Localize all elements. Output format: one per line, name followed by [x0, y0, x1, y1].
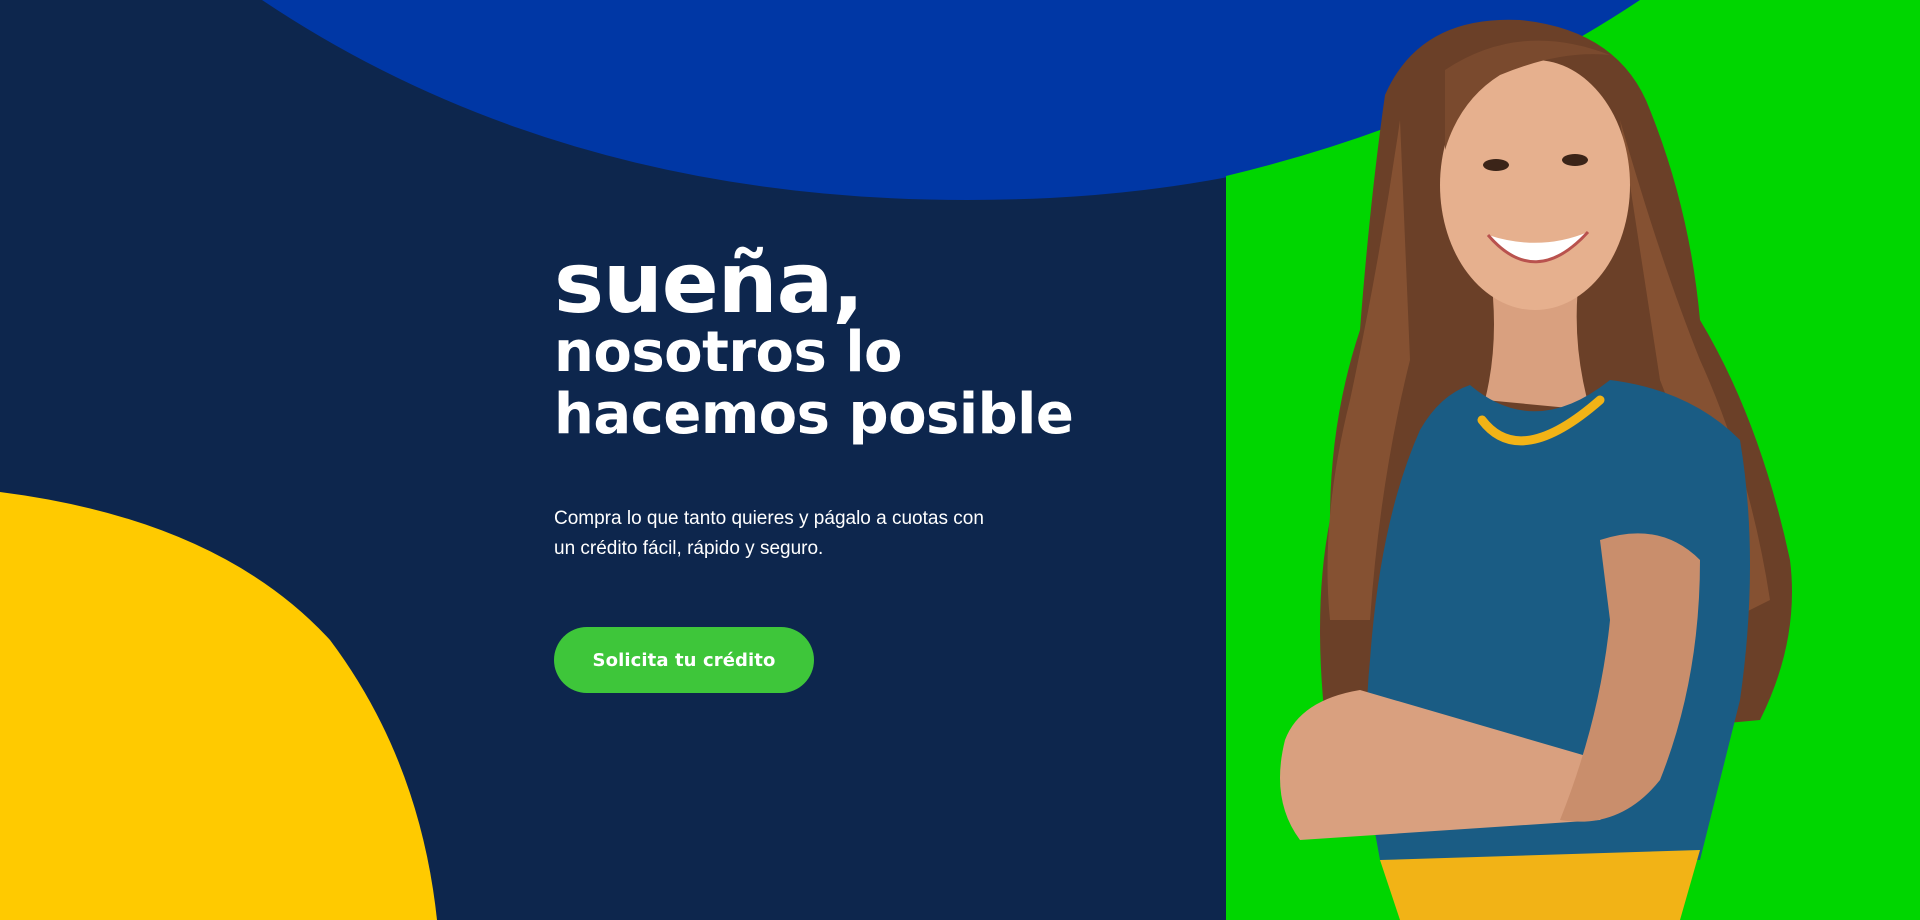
bottom-left-yellow-blob — [0, 492, 437, 920]
hero-subtitle: Compra lo que tanto quieres y págalo a c… — [554, 508, 984, 559]
hero-content: sueña, nosotros lo hacemos posible Compr… — [554, 240, 1194, 693]
hero-headline: sueña, nosotros lo hacemos posible — [554, 240, 1194, 446]
headline-line-2: nosotros lo hacemos posible — [554, 320, 1074, 447]
headline-line-1: sueña, — [554, 234, 864, 332]
hero-section: sueña, nosotros lo hacemos posible Compr… — [0, 0, 1920, 920]
request-credit-button[interactable]: Solicita tu crédito — [554, 627, 814, 693]
